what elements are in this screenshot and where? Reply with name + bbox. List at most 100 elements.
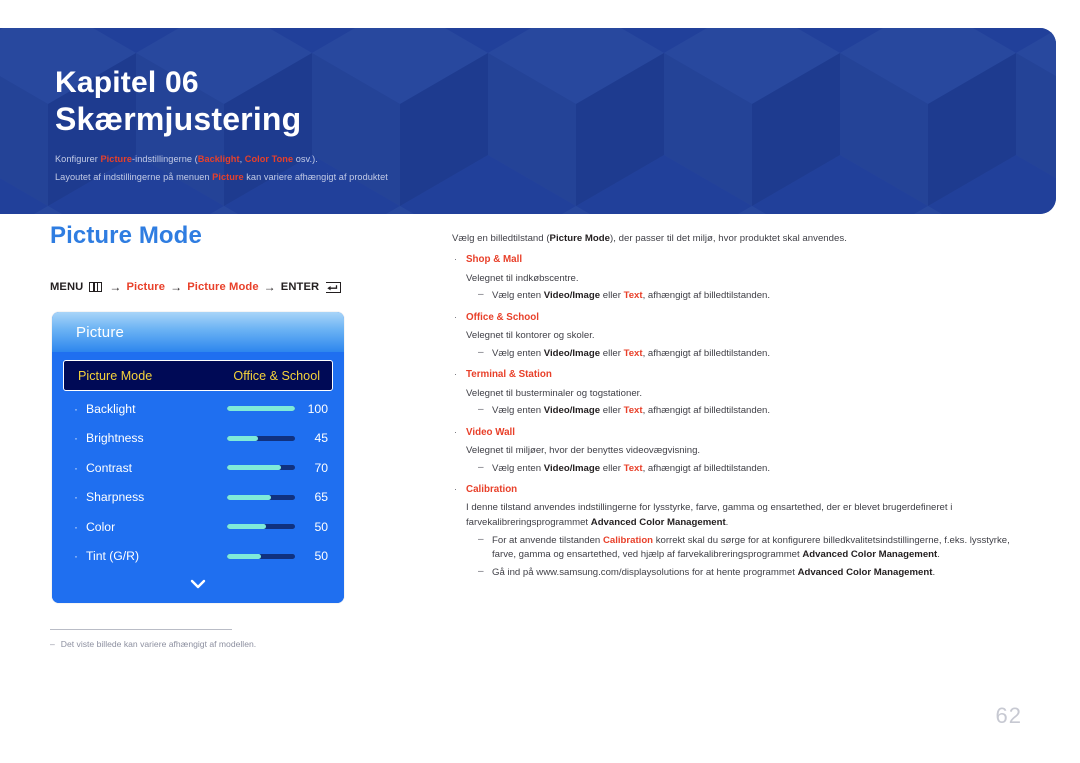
bullet-dot-icon: · — [74, 431, 78, 446]
bullet-calibration: · Calibration I denne tilstand anvendes … — [452, 483, 1012, 580]
intro-text-b: ), der passer til det miljø, hvor produk… — [610, 233, 847, 244]
enter-key-icon — [326, 281, 342, 293]
intro-highlight-picture-mode: Picture Mode — [549, 233, 611, 244]
calibration-description: I denne tilstand anvendes indstillingern… — [466, 501, 1012, 530]
osd-item-value: 50 — [314, 519, 328, 534]
bullet-title: Video Wall — [466, 426, 515, 438]
osd-item-label: Brightness — [86, 431, 144, 446]
sub1-text-d: osv.). — [293, 154, 318, 165]
bullet-body: Calibration I denne tilstand anvendes in… — [466, 483, 1012, 580]
bullet-dot-icon: · — [74, 519, 78, 534]
bullet-title: Calibration — [466, 484, 518, 496]
sub-text-c: , afhængigt af billedtilstanden. — [642, 347, 771, 359]
osd-item-value: 100 — [307, 401, 328, 416]
bullet-dot-icon: · — [454, 311, 457, 322]
sub-dash-icon: ‒ — [478, 404, 484, 416]
osd-scroll-down[interactable] — [62, 571, 334, 597]
chevron-down-icon — [190, 579, 206, 589]
osd-picture-panel: Picture Picture Mode Office & School · B… — [52, 312, 344, 603]
sub-dash-icon: ‒ — [478, 289, 484, 301]
sub-text-c: , afhængigt af billedtilstanden. — [642, 462, 771, 474]
calib2-text-b: . — [932, 567, 936, 579]
sub-highlight-text: Text — [623, 290, 643, 302]
sub1-highlight-backlight: Backlight — [197, 154, 240, 165]
osd-slider[interactable] — [227, 494, 295, 500]
footnote-block: ‒ Det viste billede kan variere afhængig… — [0, 629, 420, 649]
sub2-text-b: kan variere afhængigt af produktet — [243, 172, 388, 183]
arrow-3: → — [263, 280, 276, 294]
page-title: Picture Mode — [50, 222, 202, 249]
slider-fill — [227, 494, 272, 500]
sub1-text-b: -indstillingerne ( — [132, 154, 198, 165]
sub-dash-icon: ‒ — [478, 533, 484, 545]
slider-fill — [227, 553, 261, 559]
bullet-dot-icon: · — [454, 426, 457, 437]
slider-fill — [227, 524, 266, 530]
sub-bullet: ‒ Vælg enten Video/Image eller Text, afh… — [466, 347, 1012, 361]
sub-highlight-video-image: Video/Image — [543, 462, 601, 474]
bullet-dot-icon: · — [74, 401, 78, 416]
bullet-description: Velegnet til miljøer, hvor der benyttes … — [466, 444, 701, 456]
osd-slider[interactable] — [227, 435, 295, 441]
sub1-text-a: Konfigurer — [55, 154, 101, 165]
chapter-number: Kapitel 06 — [55, 66, 199, 99]
bullet-body: Shop & Mall Velegnet til indkøbscentre. … — [466, 253, 1012, 303]
calib1-text-a: For at anvende tilstanden — [492, 534, 603, 546]
bullet-video-wall: · Video Wall Velegnet til miljøer, hvor … — [452, 426, 1012, 476]
osd-slider[interactable] — [227, 553, 295, 559]
sub-dash-icon: ‒ — [478, 566, 484, 578]
document-page: Kapitel 06 Skærmjustering Konfigurer Pic… — [0, 0, 1080, 763]
calib-bold-acm: Advanced Color Management — [590, 516, 726, 528]
osd-row-contrast[interactable]: · Contrast 70 — [62, 453, 334, 483]
sub-text-a: Vælg enten — [492, 462, 544, 474]
osd-selected-label: Picture Mode — [78, 368, 153, 383]
calib1-text-c: . — [937, 549, 940, 561]
osd-row-brightness[interactable]: · Brightness 45 — [62, 424, 334, 454]
bullet-dot-icon: · — [454, 254, 457, 265]
sub-dash-icon: ‒ — [478, 461, 484, 473]
calib1-bold-acm: Advanced Color Management — [802, 549, 938, 561]
menu-step-picture-mode: Picture Mode — [187, 281, 259, 293]
sub-highlight-video-image: Video/Image — [543, 290, 601, 302]
osd-title: Picture — [76, 323, 125, 341]
osd-row-color[interactable]: · Color 50 — [62, 512, 334, 542]
osd-row-tint[interactable]: · Tint (G/R) 50 — [62, 542, 334, 572]
chapter-title: Skærmjustering — [55, 101, 302, 138]
bullet-description: Velegnet til kontorer og skoler. — [466, 330, 595, 342]
sub-text-b: eller — [600, 405, 624, 417]
osd-item-value: 45 — [314, 431, 328, 446]
banner-subtitle-line-2: Layoutet af indstillingerne på menuen Pi… — [55, 169, 1056, 187]
right-column: Vælg en billedtilstand (Picture Mode), d… — [452, 232, 1012, 580]
sub-text-b: eller — [600, 290, 624, 302]
osd-item-value: 50 — [314, 549, 328, 564]
sub-bullet-text: Vælg enten Video/Image eller Text, afhæn… — [492, 347, 1012, 361]
bullet-body: Terminal & Station Velegnet til bustermi… — [466, 368, 1012, 418]
osd-row-sharpness[interactable]: · Sharpness 65 — [62, 483, 334, 513]
menu-grid-icon — [89, 282, 103, 292]
bullet-body: Office & School Velegnet til kontorer og… — [466, 311, 1012, 361]
sub-text-c: , afhængigt af billedtilstanden. — [642, 290, 771, 302]
osd-item-label: Sharpness — [86, 490, 145, 505]
osd-slider[interactable] — [227, 406, 295, 412]
footnote-text: Det viste billede kan variere afhængigt … — [60, 639, 257, 649]
bullet-title: Shop & Mall — [466, 254, 523, 266]
osd-slider[interactable] — [227, 524, 295, 530]
sub-highlight-video-image: Video/Image — [543, 405, 601, 417]
osd-row-picture-mode[interactable]: Picture Mode Office & School — [63, 360, 333, 391]
bullet-office-and-school: · Office & School Velegnet til kontorer … — [452, 311, 1012, 361]
bullet-title: Office & School — [466, 311, 539, 323]
sub-dash-icon: ‒ — [478, 346, 484, 358]
osd-slider[interactable] — [227, 465, 295, 471]
sub-highlight-text: Text — [623, 462, 643, 474]
bullet-shop-and-mall: · Shop & Mall Velegnet til indkøbscentre… — [452, 253, 1012, 303]
menu-label: MENU — [50, 281, 84, 293]
osd-item-value: 65 — [314, 490, 328, 505]
arrow-1: → — [109, 280, 122, 294]
bullet-description: Velegnet til indkøbscentre. — [466, 272, 579, 284]
osd-row-backlight[interactable]: · Backlight 100 — [62, 394, 334, 424]
sub-highlight-video-image: Video/Image — [543, 347, 601, 359]
calib1-highlight-calibration: Calibration — [602, 534, 654, 546]
left-column: Picture Mode MENU → Picture → Picture Mo… — [0, 222, 420, 649]
osd-selected-value: Office & School — [233, 368, 320, 383]
sub2-highlight-picture: Picture — [212, 172, 244, 183]
